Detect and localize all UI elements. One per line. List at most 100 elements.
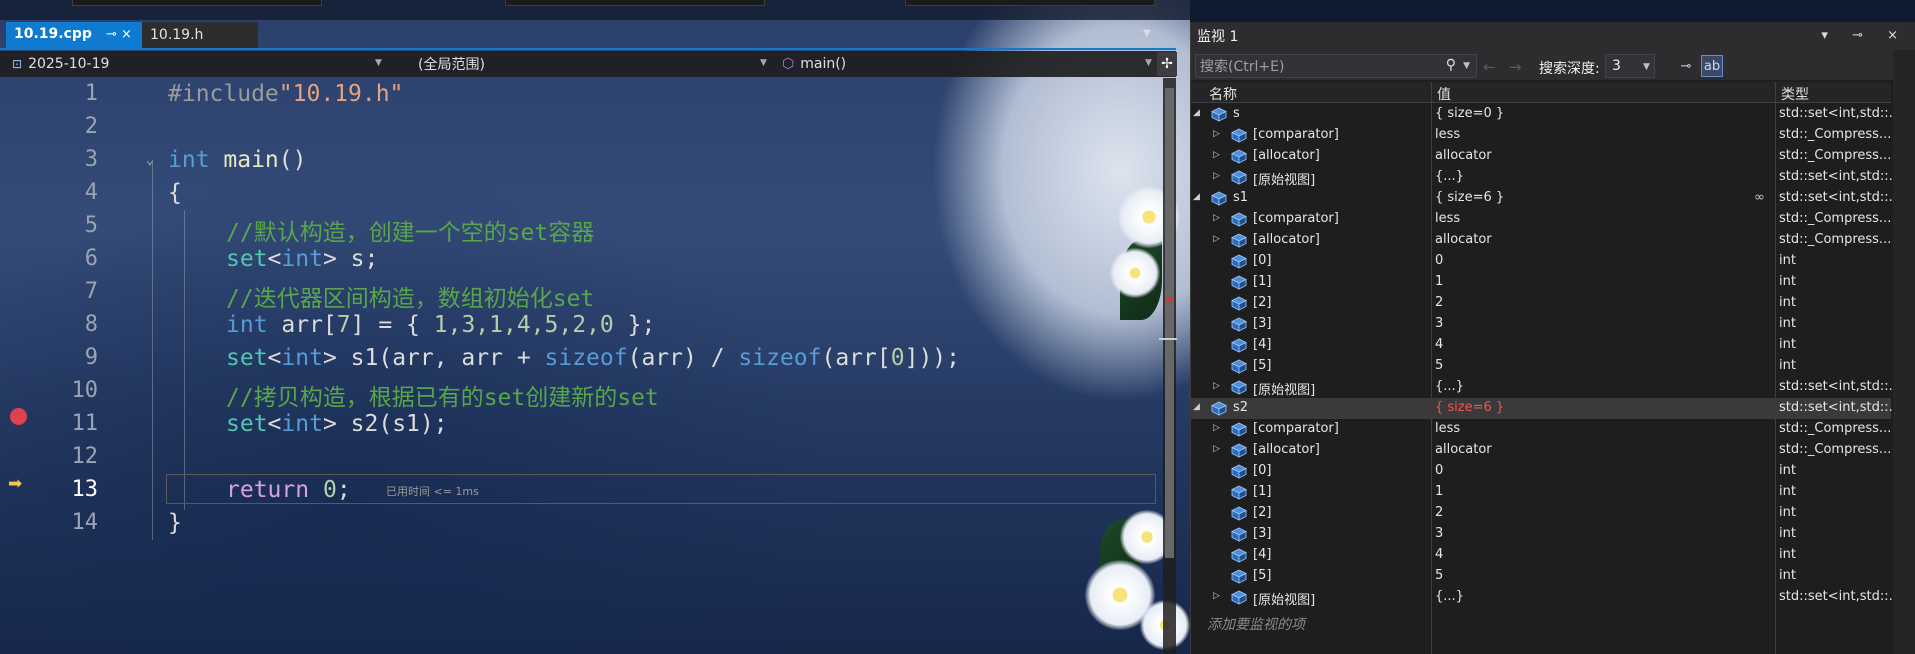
chevron-down-icon[interactable]: ▼	[1463, 61, 1470, 71]
chevron-down-icon[interactable]: ▼	[760, 58, 767, 68]
watch-row-value[interactable]: 4	[1435, 547, 1443, 562]
collapse-triangle-icon[interactable]: ◢	[1193, 192, 1200, 202]
watch-row-value[interactable]: allocator	[1435, 442, 1492, 457]
watch-row-value[interactable]: allocator	[1435, 148, 1492, 163]
pin-watch-icon[interactable]: ⊸	[1675, 55, 1697, 77]
watch-row-value[interactable]: { size=0 }	[1435, 106, 1504, 121]
watch-row[interactable]: [2] 2 int	[1191, 503, 1891, 524]
watch-scrollbar[interactable]	[1893, 50, 1915, 654]
expand-triangle-icon[interactable]: ▷	[1213, 423, 1220, 433]
watch-row[interactable]: ▷ [原始视图] {...} std::set<int,std::...	[1191, 377, 1901, 398]
watch-row[interactable]: ▷ [原始视图] {...} std::set<int,std::...	[1191, 167, 1901, 188]
watch-row-value[interactable]: less	[1435, 127, 1460, 142]
watch-row-value[interactable]: 1	[1435, 484, 1443, 499]
watch-row[interactable]: ▷ [allocator] allocator std::_Compress...	[1191, 146, 1891, 167]
variable-cube-icon	[1231, 380, 1247, 395]
code-editor[interactable]: 1 #include"10.19.h" 2 3 ⌄ int main() 4 {…	[0, 78, 1160, 654]
project-dropdown[interactable]: ⊡ 2025-10-19	[12, 51, 382, 77]
watch-row-value[interactable]: { size=6 }	[1435, 190, 1504, 205]
watch-row-value[interactable]: 1	[1435, 274, 1443, 289]
member-dropdown[interactable]: ⬡ main()	[782, 51, 1142, 77]
toolbar-fragment	[72, 0, 322, 6]
watch-row-type: int	[1779, 253, 1796, 268]
watch-row-value[interactable]: {...}	[1435, 169, 1464, 184]
watch-row[interactable]: ▷ [comparator] less std::_Compress...	[1191, 125, 1891, 146]
pin-close-icon[interactable]: ⊸ ×	[106, 27, 132, 42]
column-header-type[interactable]: 类型	[1781, 84, 1809, 104]
watch-row[interactable]: [0] 0 int	[1191, 461, 1891, 482]
variable-cube-icon	[1231, 317, 1247, 332]
add-watch-item[interactable]: 添加要监视的项	[1207, 614, 1305, 634]
column-header-value[interactable]: 值	[1437, 84, 1451, 104]
chevron-down-icon[interactable]: ▼	[1145, 58, 1152, 68]
watch-search-input[interactable]: 搜索(Ctrl+E) ⚲ ▼	[1195, 54, 1477, 78]
expand-triangle-icon[interactable]: ▷	[1213, 150, 1220, 160]
expand-triangle-icon[interactable]: ▷	[1213, 591, 1220, 601]
expand-triangle-icon[interactable]: ▷	[1213, 171, 1220, 181]
watch-row[interactable]: ▷ [allocator] allocator std::_Compress...	[1191, 440, 1891, 461]
watch-row[interactable]: ▷ [comparator] less std::_Compress...	[1191, 419, 1891, 440]
chevron-down-icon[interactable]: ▼	[1643, 62, 1650, 72]
expand-triangle-icon[interactable]: ▷	[1213, 444, 1220, 454]
code-token: "10.19.h"	[278, 81, 404, 107]
watch-row[interactable]: [4] 4 int	[1191, 545, 1891, 566]
line-number: 10	[71, 378, 99, 403]
line-number: 14	[71, 510, 99, 535]
watch-row[interactable]: ◢ s1 { size=6 } ∞ std::set<int,std::...	[1191, 188, 1901, 209]
watch-row[interactable]: ◢ s2 { size=6 } std::set<int,std::...	[1191, 398, 1901, 419]
watch-row[interactable]: [1] 1 int	[1191, 272, 1891, 293]
variable-cube-icon	[1231, 275, 1247, 290]
tab-10-19-cpp[interactable]: 10.19.cpp ⊸ ×	[6, 22, 142, 48]
expand-triangle-icon[interactable]: ▷	[1213, 213, 1220, 223]
watch-row[interactable]: [5] 5 int	[1191, 356, 1891, 377]
watch-row-value[interactable]: less	[1435, 421, 1460, 436]
watch-row[interactable]: ◢ s { size=0 } std::set<int,std::...	[1191, 104, 1901, 125]
watch-row[interactable]: [3] 3 int	[1191, 314, 1891, 335]
back-arrow-icon[interactable]: ←	[1483, 58, 1496, 76]
watch-row-value[interactable]: {...}	[1435, 589, 1464, 604]
watch-row-value[interactable]: less	[1435, 211, 1460, 226]
watch-row-value[interactable]: 2	[1435, 295, 1443, 310]
watch-row-value[interactable]: 4	[1435, 337, 1443, 352]
watch-row[interactable]: [1] 1 int	[1191, 482, 1891, 503]
watch-row-value[interactable]: 2	[1435, 505, 1443, 520]
watch-row[interactable]: [2] 2 int	[1191, 293, 1891, 314]
hex-display-icon[interactable]: ab	[1701, 55, 1723, 77]
expand-triangle-icon[interactable]: ▷	[1213, 234, 1220, 244]
collapse-triangle-icon[interactable]: ◢	[1193, 108, 1200, 118]
watch-row[interactable]: [5] 5 int	[1191, 566, 1891, 587]
forward-arrow-icon[interactable]: →	[1509, 58, 1522, 76]
column-header-name[interactable]: 名称	[1209, 84, 1237, 104]
watch-row[interactable]: [0] 0 int	[1191, 251, 1891, 272]
chevron-down-icon[interactable]: ▼	[375, 58, 382, 68]
watch-row[interactable]: ▷ [原始视图] {...} std::set<int,std::...	[1191, 587, 1901, 608]
watch-row[interactable]: [3] 3 int	[1191, 524, 1891, 545]
member-label: main()	[800, 56, 847, 72]
editor-scrollbar-thumb[interactable]	[1165, 88, 1174, 558]
watch-row[interactable]: ▷ [allocator] allocator std::_Compress...	[1191, 230, 1891, 251]
visualizer-icon[interactable]: ∞	[1754, 190, 1765, 205]
watch-row-value[interactable]: 3	[1435, 316, 1443, 331]
watch-row-value[interactable]: 5	[1435, 358, 1443, 373]
collapse-triangle-icon[interactable]: ◢	[1193, 402, 1200, 412]
search-icon[interactable]: ⚲	[1446, 57, 1456, 73]
watch-row-value[interactable]: 0	[1435, 463, 1443, 478]
tab-10-19-h[interactable]: 10.19.h	[142, 22, 258, 48]
watch-row-value[interactable]: 0	[1435, 253, 1443, 268]
expand-triangle-icon[interactable]: ▷	[1213, 129, 1220, 139]
expand-triangle-icon[interactable]: ▷	[1213, 381, 1220, 391]
watch-row-value[interactable]: allocator	[1435, 232, 1492, 247]
watch-row-value[interactable]: {...}	[1435, 379, 1464, 394]
watch-row-name: [comparator]	[1253, 421, 1339, 436]
code-text: int arr[7] = { 1,3,1,4,5,2,0 };	[226, 312, 655, 338]
scope-dropdown[interactable]: (全局范围)	[418, 51, 768, 77]
watch-row-value[interactable]: 3	[1435, 526, 1443, 541]
tab-overflow-chevron-icon[interactable]: ▼	[1143, 28, 1151, 39]
watch-row[interactable]: [4] 4 int	[1191, 335, 1891, 356]
watch-row[interactable]: ▷ [comparator] less std::_Compress...	[1191, 209, 1891, 230]
window-controls-icon[interactable]: ▾ ⊸ ×	[1821, 28, 1908, 43]
breakpoint-icon[interactable]	[10, 408, 27, 425]
watch-row-value[interactable]: { size=6 }	[1435, 400, 1504, 415]
split-window-icon[interactable]: ✢	[1157, 52, 1177, 76]
watch-row-value[interactable]: 5	[1435, 568, 1443, 583]
